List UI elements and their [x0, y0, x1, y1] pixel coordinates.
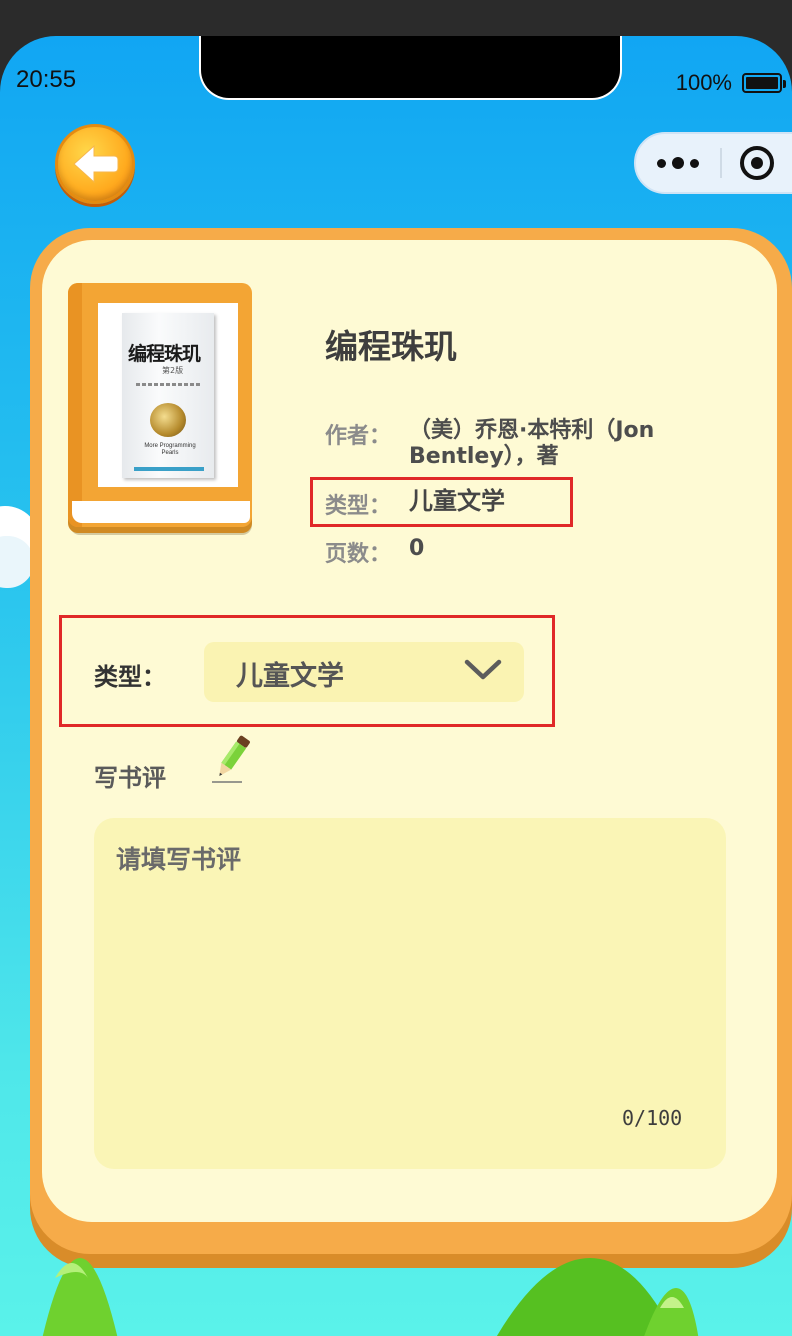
cover-title: 编程珠玑 [128, 343, 201, 365]
author-value: （美）乔恩·本特利（Jon Bentley），著 [409, 418, 655, 469]
battery-percent: 100% [675, 70, 732, 95]
review-counter: 0/100 [622, 1106, 683, 1130]
cover-edition: 第2版 [162, 366, 184, 375]
status-time: 20:55 [16, 66, 77, 93]
tree-decoration [42, 1258, 699, 1336]
notch [199, 36, 622, 100]
book-title: 编程珠玑 [325, 327, 457, 366]
mini-program-capsule [634, 132, 792, 194]
target-close-icon[interactable] [722, 146, 792, 180]
status-battery: 100% [675, 70, 786, 96]
highlight-box-type-select [59, 615, 555, 727]
book-cover-image: 编程珠玑 第2版 More Programming Pearls [68, 283, 252, 541]
highlight-box-type-meta [310, 477, 573, 527]
more-dots-icon[interactable] [636, 157, 720, 169]
pages-value: 0 [409, 536, 425, 561]
cover-english-title: More Programming Pearls [144, 443, 196, 456]
back-arrow-icon [73, 144, 119, 184]
pencil-icon [212, 735, 250, 783]
author-label: 作者： [325, 424, 392, 449]
review-label: 写书评 [94, 764, 166, 792]
battery-icon [742, 73, 786, 93]
pages-label: 页数： [325, 542, 392, 567]
back-button[interactable] [55, 124, 135, 204]
